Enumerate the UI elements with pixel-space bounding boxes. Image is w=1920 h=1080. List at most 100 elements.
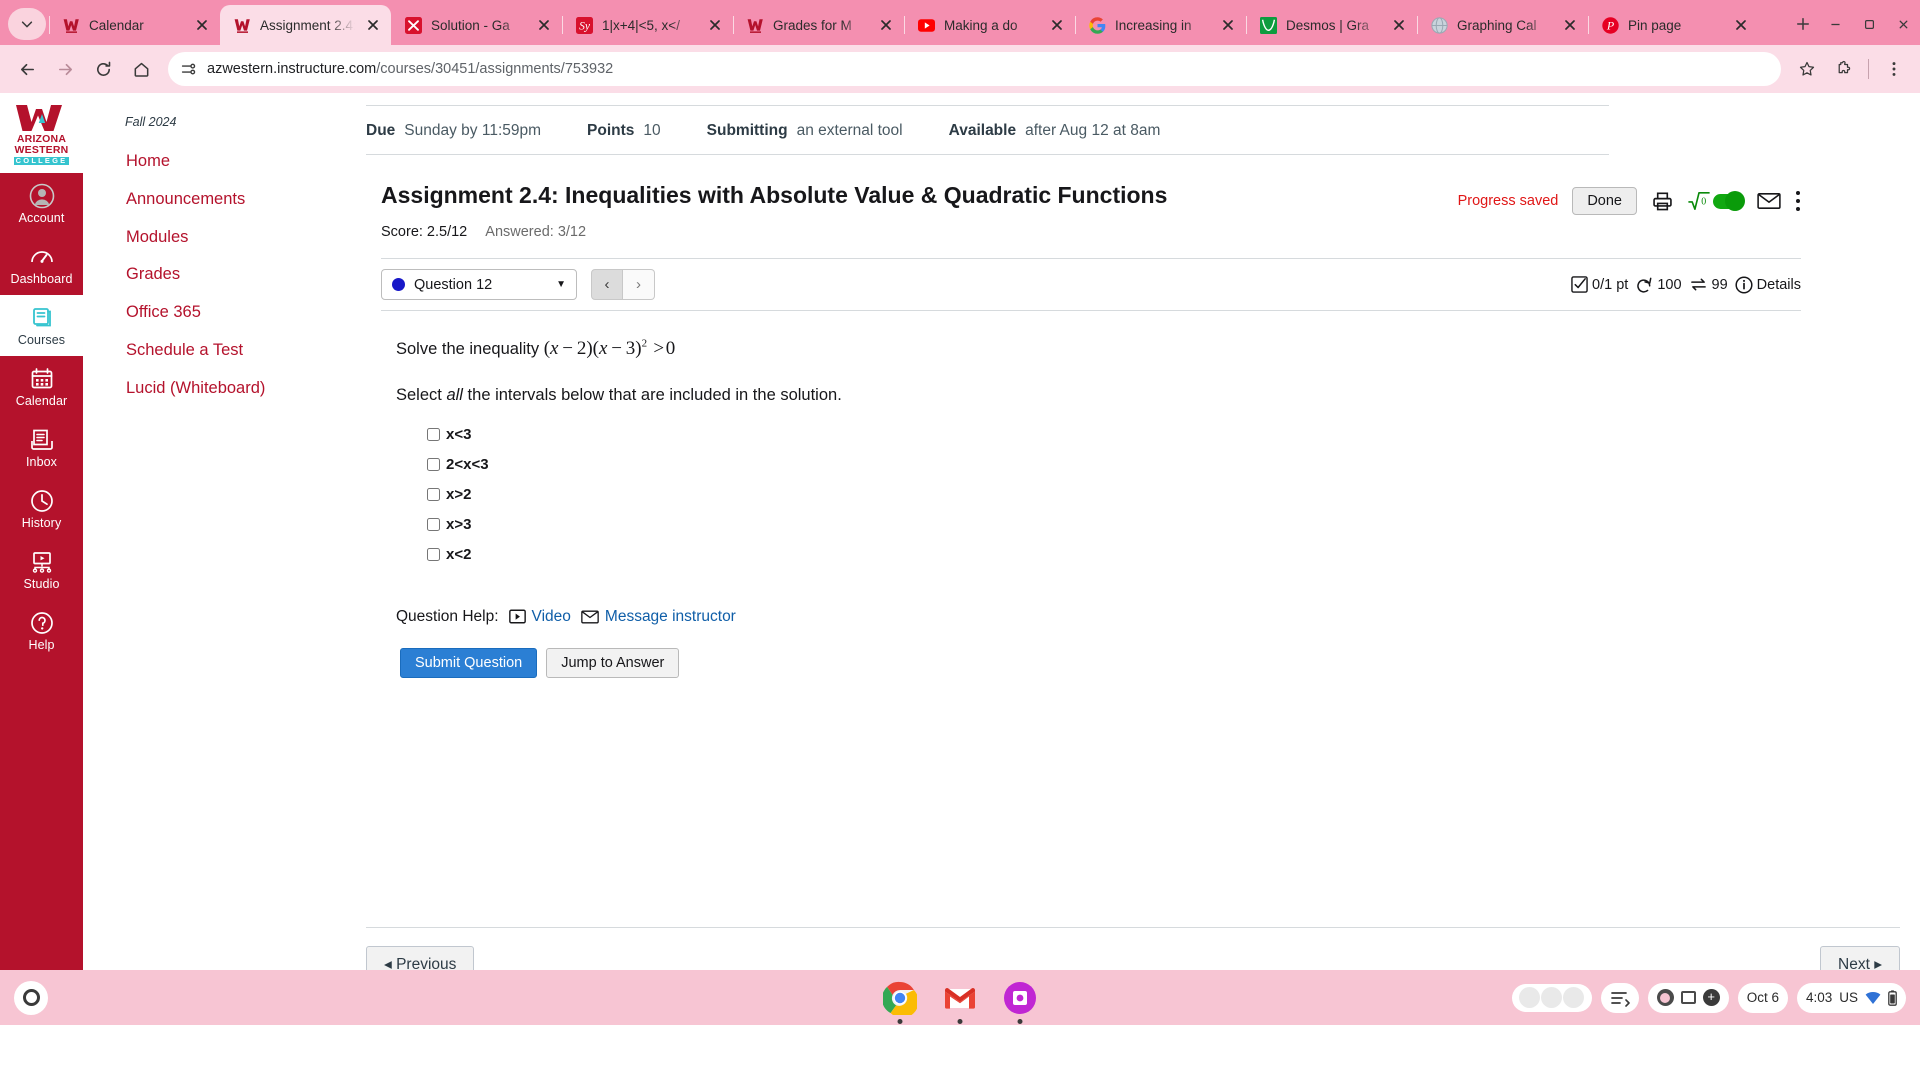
gmail-app[interactable] — [943, 981, 977, 1024]
global-nav-item-calendar[interactable]: Calendar — [0, 356, 83, 417]
photos-app[interactable] — [1003, 981, 1037, 1024]
answer-option-checkbox[interactable] — [427, 488, 440, 501]
course-nav-item-announcements[interactable]: Announcements — [99, 181, 293, 219]
minimize-button[interactable] — [1818, 9, 1852, 39]
answer-option[interactable]: x>3 — [427, 510, 1496, 540]
notes-button[interactable] — [1600, 982, 1639, 1013]
browser-tab[interactable]: Grades for M — [733, 5, 904, 45]
close-tab-button[interactable] — [877, 16, 895, 34]
answer-option-label[interactable]: x>2 — [446, 486, 471, 503]
answer-option[interactable]: 2<x<3 — [427, 450, 1496, 480]
answer-option-checkbox[interactable] — [427, 428, 440, 441]
back-button[interactable] — [10, 52, 44, 86]
reload-button[interactable] — [86, 52, 120, 86]
home-button[interactable] — [124, 52, 158, 86]
tab-search-button[interactable] — [8, 8, 46, 40]
new-tab-button[interactable] — [1788, 9, 1818, 39]
answer-option-label[interactable]: x>3 — [446, 516, 471, 533]
answer-option-label[interactable]: 2<x<3 — [446, 456, 489, 473]
tab-title: Increasing in — [1115, 17, 1192, 33]
global-nav-item-help[interactable]: Help — [0, 600, 83, 661]
close-tab-button[interactable] — [1219, 16, 1237, 34]
next-question-button[interactable]: › — [623, 269, 655, 300]
close-icon — [710, 20, 720, 30]
course-nav-item-office-365[interactable]: Office 365 — [99, 294, 293, 332]
star-icon — [1799, 61, 1815, 76]
jump-to-answer-button[interactable]: Jump to Answer — [546, 647, 680, 678]
close-tab-button[interactable] — [364, 16, 382, 34]
done-button[interactable]: Done — [1572, 187, 1637, 215]
answer-option-checkbox[interactable] — [427, 458, 440, 471]
course-nav-item-schedule-a-test[interactable]: Schedule a Test — [99, 332, 293, 370]
close-window-button[interactable] — [1886, 9, 1920, 39]
math-mode-toggle[interactable]: 0 — [1688, 191, 1745, 211]
question-select[interactable]: Question 12 ▼ — [381, 269, 577, 300]
browser-tab[interactable]: Graphing Cal — [1417, 5, 1588, 45]
awc-logo[interactable]: ARIZONA WESTERN COLLEGE — [0, 93, 83, 173]
maximize-button[interactable] — [1852, 9, 1886, 39]
course-nav-item-grades[interactable]: Grades — [99, 256, 293, 294]
answer-option-checkbox[interactable] — [427, 548, 440, 561]
address-bar[interactable]: azwestern.instructure.com/courses/30451/… — [168, 52, 1781, 86]
browser-tab[interactable]: Desmos | Gra — [1246, 5, 1417, 45]
global-nav-item-courses[interactable]: Courses — [0, 295, 83, 356]
answer-option-label[interactable]: x<2 — [446, 546, 471, 563]
envelope-icon — [581, 610, 599, 623]
prev-question-button[interactable]: ‹ — [591, 269, 623, 300]
details-link[interactable]: Details — [1735, 275, 1801, 294]
global-nav-item-inbox[interactable]: Inbox — [0, 417, 83, 478]
course-nav-item-lucid-whiteboard[interactable]: Lucid (Whiteboard) — [99, 370, 293, 408]
close-tab-button[interactable] — [1390, 16, 1408, 34]
answer-option-label[interactable]: x<3 — [446, 426, 471, 443]
message-instructor-link[interactable]: Message instructor — [581, 608, 736, 626]
browser-tab[interactable]: Assignment 2.4: Inequ — [220, 5, 391, 45]
answer-option[interactable]: x<2 — [427, 540, 1496, 570]
close-tab-button[interactable] — [535, 16, 553, 34]
browser-tab[interactable]: P Pin page — [1588, 5, 1759, 45]
launcher-button[interactable] — [14, 980, 48, 1015]
browser-tab[interactable]: Increasing in — [1075, 5, 1246, 45]
browser-tab[interactable]: Making a do — [904, 5, 1075, 45]
course-nav-item-home[interactable]: Home — [99, 143, 293, 181]
browser-tab[interactable]: Calendar — [49, 5, 220, 45]
print-button[interactable] — [1651, 190, 1674, 213]
course-nav-item-modules[interactable]: Modules — [99, 219, 293, 257]
awc-wordmark: ARIZONA WESTERN COLLEGE — [13, 134, 70, 165]
bookmark-star-button[interactable] — [1791, 53, 1823, 85]
site-settings-icon[interactable] — [180, 61, 197, 78]
submit-question-button[interactable]: Submit Question — [400, 647, 538, 678]
video-help-link[interactable]: Video — [508, 608, 571, 626]
window-controls — [1818, 9, 1920, 45]
tries-stat: 99 — [1689, 276, 1728, 293]
browser-tab[interactable]: Solution - Ga — [391, 5, 562, 45]
more-options-button[interactable] — [1795, 190, 1801, 212]
chrome-app[interactable] — [883, 981, 917, 1024]
multitask-menu-button[interactable] — [1511, 983, 1592, 1012]
browser-tab[interactable]: Sy 1|x+4|<5, x</ — [562, 5, 733, 45]
browser-window: Calendar Assignment 2.4: Inequ Solution … — [0, 0, 1920, 1025]
close-tab-button[interactable] — [193, 16, 211, 34]
score-line: Score: 2.5/12 Answered: 3/12 — [381, 224, 1900, 240]
global-nav-item-studio[interactable]: Studio — [0, 539, 83, 600]
chrome-menu-button[interactable] — [1878, 53, 1910, 85]
close-tab-button[interactable] — [1732, 16, 1750, 34]
global-nav-item-dashboard[interactable]: Dashboard — [0, 234, 83, 295]
assignment-meta-item: Due Sunday by 11:59pm — [366, 122, 541, 140]
answer-option-checkbox[interactable] — [427, 518, 440, 531]
close-tab-button[interactable] — [1048, 16, 1066, 34]
message-button[interactable] — [1757, 191, 1781, 211]
close-tab-button[interactable] — [706, 16, 724, 34]
logo-line-3: COLLEGE — [13, 155, 70, 165]
answer-option[interactable]: x>2 — [427, 480, 1496, 510]
system-tray[interactable]: 4:03 US — [1796, 982, 1906, 1013]
kebab-menu-icon — [1796, 191, 1800, 211]
forward-button[interactable] — [48, 52, 82, 86]
global-nav-item-account[interactable]: Account — [0, 173, 83, 234]
answer-option[interactable]: x<3 — [427, 420, 1496, 450]
date-chip[interactable]: Oct 6 — [1737, 982, 1788, 1013]
global-nav-item-history[interactable]: History — [0, 478, 83, 539]
close-tab-button[interactable] — [1561, 16, 1579, 34]
prompt-before: Select — [396, 385, 447, 404]
extensions-button[interactable] — [1827, 53, 1859, 85]
quick-settings-icons[interactable]: + — [1647, 982, 1729, 1013]
